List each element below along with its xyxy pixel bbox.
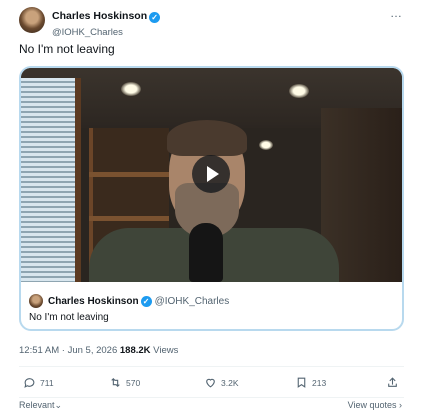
chevron-right-icon: › xyxy=(399,400,402,410)
chevron-down-icon: ⌄ xyxy=(54,400,63,410)
video-thumbnail[interactable] xyxy=(21,68,402,282)
verified-badge-icon: ✓ xyxy=(149,12,161,23)
play-icon[interactable] xyxy=(192,155,230,193)
ceiling-light xyxy=(121,82,141,96)
like-count: 3.2K xyxy=(221,377,239,388)
shelf-board xyxy=(89,172,169,177)
ceiling-light xyxy=(259,140,273,150)
view-quotes-link[interactable]: View quotes › xyxy=(348,400,402,410)
bookmark-button[interactable]: 213 xyxy=(295,376,326,389)
shelf-board xyxy=(89,216,169,221)
repost-count: 570 xyxy=(126,377,141,388)
author-avatar[interactable] xyxy=(19,7,45,33)
bookmark-icon xyxy=(297,377,306,388)
author-handle[interactable]: @IOHK_Charles xyxy=(52,27,160,38)
quoted-author-name: Charles Hoskinson xyxy=(48,295,139,307)
bookmark-count: 213 xyxy=(312,377,327,388)
views-count: 188.2K xyxy=(119,345,151,356)
heart-icon xyxy=(206,378,215,388)
quoted-author: Charles Hoskinson ✓ @IOHK_Charles xyxy=(29,294,229,308)
sort-label: Relevant xyxy=(19,400,55,410)
repost-icon xyxy=(111,377,120,388)
reply-button[interactable]: 711 xyxy=(23,376,54,389)
share-icon xyxy=(388,377,397,387)
post-time[interactable]: 12:51 AM xyxy=(19,345,59,356)
video-window-blinds xyxy=(21,78,81,282)
like-button[interactable]: 3.2K xyxy=(204,376,239,389)
verified-badge-icon: ✓ xyxy=(140,295,152,307)
ceiling-light xyxy=(289,84,309,98)
post-text: No I'm not leaving xyxy=(19,42,115,56)
more-options-icon[interactable]: … xyxy=(390,6,402,20)
sort-dropdown[interactable]: Relevant⌄ xyxy=(19,400,62,411)
quoted-author-avatar xyxy=(29,294,43,308)
quoted-post-text: No I'm not leaving xyxy=(29,312,109,323)
reply-count: 711 xyxy=(40,377,54,388)
divider xyxy=(19,397,404,398)
video-person-hair xyxy=(167,120,247,156)
action-bar: 711 570 3.2K 213 xyxy=(19,376,404,392)
share-button[interactable] xyxy=(386,376,403,389)
video-microphone xyxy=(189,223,223,282)
divider xyxy=(19,366,404,367)
quoted-author-handle: @IOHK_Charles xyxy=(154,295,230,307)
repost-button[interactable]: 570 xyxy=(109,376,140,389)
quoted-post-card[interactable]: Charles Hoskinson ✓ @IOHK_Charles No I'm … xyxy=(19,66,404,331)
view-quotes-label: View quotes xyxy=(347,400,397,410)
meta-separator: · xyxy=(59,345,68,356)
author-name[interactable]: Charles Hoskinson xyxy=(52,10,147,22)
views-label: Views xyxy=(153,345,179,356)
author-block: Charles Hoskinson ✓ @IOHK_Charles xyxy=(52,6,161,38)
post-date[interactable]: Jun 5, 2026 xyxy=(68,345,118,356)
reply-icon xyxy=(24,378,35,388)
post-metadata: 12:51 AM · Jun 5, 2026 188.2K Views xyxy=(19,345,178,356)
